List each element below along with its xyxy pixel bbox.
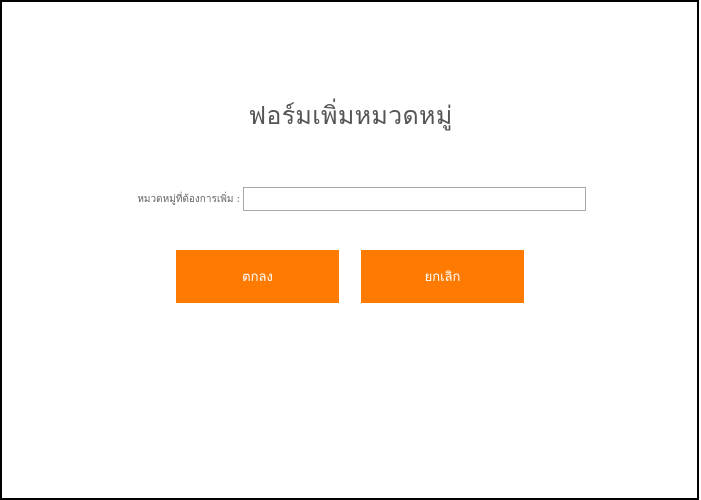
form-frame — [0, 0, 699, 500]
cancel-button[interactable]: ยกเลิก — [361, 250, 524, 303]
category-label: หมวดหมู่ที่ต้องการเพิ่ม : — [137, 194, 240, 205]
ok-button[interactable]: ตกลง — [176, 250, 339, 303]
page-title: ฟอร์มเพิ่มหมวดหมู่ — [248, 101, 453, 130]
category-input[interactable] — [243, 187, 586, 211]
